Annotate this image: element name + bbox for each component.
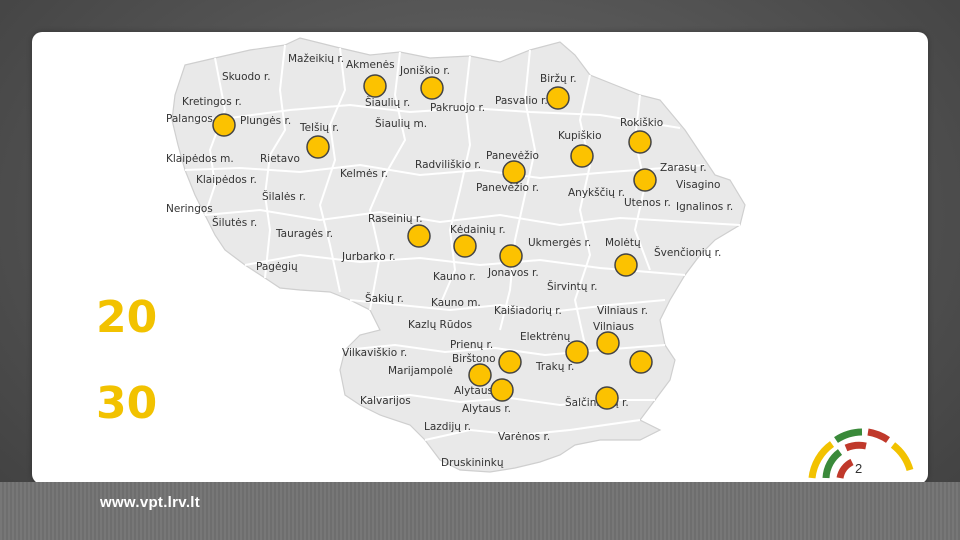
label-kupiskio: Kupiškio bbox=[558, 130, 602, 142]
label-kaisiadoriu: Kaišiadorių r. bbox=[494, 305, 562, 317]
label-alytaus-m: Alytaus bbox=[454, 385, 493, 397]
marker bbox=[546, 86, 570, 110]
label-silales: Šilalės r. bbox=[262, 190, 306, 203]
marker bbox=[212, 113, 236, 137]
label-lazdiju: Lazdijų r. bbox=[424, 421, 471, 433]
label-vilniaus-m: Vilniaus bbox=[593, 321, 634, 333]
label-elektrenu: Elektrėnų bbox=[520, 331, 571, 343]
label-kelmes: Kelmės r. bbox=[340, 168, 388, 180]
label-taurages: Tauragės r. bbox=[275, 228, 333, 240]
label-alytaus-r: Alytaus r. bbox=[462, 403, 511, 415]
marker bbox=[498, 350, 522, 374]
label-silutes: Šilutės r. bbox=[212, 216, 257, 229]
label-klaipedos-m: Klaipėdos m. bbox=[166, 153, 234, 165]
footer-url-link[interactable]: www.vpt.lrv.lt bbox=[100, 494, 200, 511]
label-ignalinos: Ignalinos r. bbox=[676, 201, 733, 213]
label-sirvintu: Širvintų r. bbox=[547, 280, 598, 293]
label-prienu: Prienų r. bbox=[450, 339, 493, 351]
label-pakruojo: Pakruojo r. bbox=[430, 102, 485, 114]
label-neringos: Neringos bbox=[166, 203, 213, 215]
label-pagegiu: Pagėgių bbox=[256, 261, 298, 273]
marker bbox=[363, 74, 387, 98]
marker bbox=[490, 378, 514, 402]
page-number: 2 bbox=[855, 461, 863, 476]
marker bbox=[407, 224, 431, 248]
label-mazeikiu: Mažeikių r. bbox=[288, 53, 344, 65]
label-kalvarijos: Kalvarijos bbox=[360, 395, 411, 407]
label-rokiskio: Rokiškio bbox=[620, 117, 663, 129]
label-ukmerges: Ukmergės r. bbox=[528, 237, 591, 249]
label-kauno-r: Kauno r. bbox=[433, 271, 476, 283]
label-utenos: Utenos r. bbox=[624, 197, 671, 209]
label-svencioniu: Švenčionių r. bbox=[654, 246, 721, 259]
label-raseiniu: Raseinių r. bbox=[368, 213, 423, 225]
lithuania-map: Mažeikių r. Akmenės Skuodo r. Joniškio r… bbox=[166, 37, 914, 479]
marker bbox=[628, 130, 652, 154]
marker bbox=[633, 168, 657, 192]
label-varenos: Varėnos r. bbox=[498, 431, 550, 443]
label-moletu: Molėtų bbox=[605, 237, 641, 249]
marker bbox=[499, 244, 523, 268]
label-vilkaviskio: Vilkaviškio r. bbox=[342, 347, 407, 359]
label-kretingos: Kretingos r. bbox=[182, 96, 242, 108]
label-sakiu: Šakių r. bbox=[365, 292, 404, 305]
label-druskininku: Druskininkų bbox=[441, 457, 504, 469]
marker bbox=[595, 386, 619, 410]
label-radviliskio: Radviliškio r. bbox=[415, 159, 481, 171]
marker bbox=[453, 234, 477, 258]
label-birzu: Biržų r. bbox=[540, 73, 577, 85]
marker bbox=[306, 135, 330, 159]
label-pasvalio: Pasvalio r. bbox=[495, 95, 548, 107]
label-traku: Trakų r. bbox=[535, 361, 574, 373]
label-jurbarko: Jurbarko r. bbox=[341, 251, 396, 263]
label-kedainiu: Kėdainių r. bbox=[450, 224, 506, 236]
label-plunges: Plungės r. bbox=[240, 115, 291, 127]
marker bbox=[502, 160, 526, 184]
label-akmenes: Akmenės bbox=[346, 59, 395, 71]
label-marijampole: Marijampolė bbox=[388, 365, 453, 377]
label-kauno-m: Kauno m. bbox=[431, 297, 481, 309]
year-line-2: 30 bbox=[96, 378, 158, 429]
label-joniskio: Joniškio r. bbox=[399, 65, 450, 77]
label-rietavo: Rietavo bbox=[260, 153, 300, 165]
year-line-1: 20 bbox=[96, 292, 158, 343]
label-skuodo: Skuodo r. bbox=[222, 71, 271, 83]
marker bbox=[468, 363, 492, 387]
footer-bar bbox=[0, 482, 960, 540]
label-kazlu-rudos: Kazlų Rūdos bbox=[408, 319, 472, 331]
marker bbox=[629, 350, 653, 374]
label-siauliu-m: Šiaulių m. bbox=[375, 117, 427, 130]
label-siauliu-r: Šiaulių r. bbox=[365, 96, 410, 109]
marker bbox=[570, 144, 594, 168]
label-birstono: Birštono bbox=[452, 353, 496, 365]
marker bbox=[614, 253, 638, 277]
label-klaipedos-r: Klaipėdos r. bbox=[196, 174, 257, 186]
label-panevezio-r: Panevėžio r. bbox=[476, 182, 539, 194]
label-jonavos: Jonavos r. bbox=[487, 267, 539, 279]
label-panevezio-m: Panevėžio bbox=[486, 150, 539, 162]
label-zarasu: Zarasų r. bbox=[660, 162, 707, 174]
label-palangos: Palangos bbox=[166, 113, 213, 125]
marker bbox=[565, 340, 589, 364]
label-telsiu: Telšių r. bbox=[299, 122, 339, 134]
label-vilniaus-r: Vilniaus r. bbox=[597, 305, 648, 317]
label-anyksciu: Anykščių r. bbox=[568, 187, 625, 199]
label-visagino: Visagino bbox=[676, 179, 720, 191]
marker bbox=[596, 331, 620, 355]
marker bbox=[420, 76, 444, 100]
